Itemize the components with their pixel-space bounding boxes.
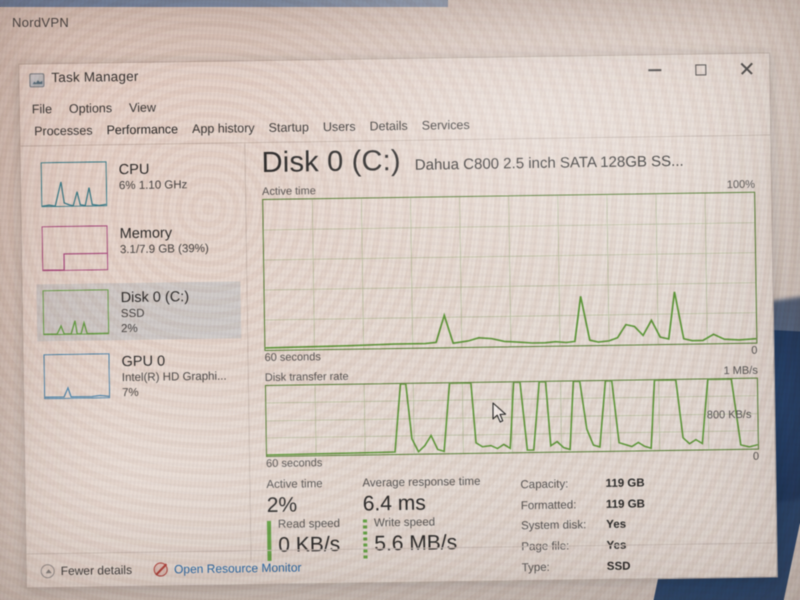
active-time-min-label: 0 (751, 344, 758, 357)
active-time-graph (262, 191, 758, 351)
gpu-text: GPU 0 Intel(R) HD Graphi... 7% (121, 352, 227, 402)
stat-write-speed-caption: Write speed (373, 516, 436, 530)
detail-value-formatted: 119 GB (605, 498, 646, 511)
disk-subtitle-usage: 2% (121, 323, 138, 336)
active-time-time-label: 60 seconds (264, 351, 321, 364)
sidebar-item-cpu[interactable]: CPU 6% 1.10 GHz (35, 153, 240, 213)
transfer-rate-plot (266, 378, 758, 456)
chevron-up-circle-icon (40, 563, 55, 578)
sidebar-item-memory[interactable]: Memory 3.1/7.9 GB (39%) (35, 217, 240, 277)
transfer-rate-mid-label: 800 KB/s (706, 408, 752, 422)
task-manager-icon (29, 73, 45, 88)
cpu-title: CPU (118, 161, 150, 179)
gpu-mini-graph (43, 353, 111, 400)
cpu-text: CPU 6% 1.10 GHz (119, 160, 188, 194)
detail-value-capacity: 119 GB (605, 477, 645, 490)
stat-active-time-caption: Active time (266, 478, 323, 491)
detail-key-capacity: Capacity: (520, 478, 569, 492)
minimize-icon (647, 69, 661, 72)
task-manager-window: Task Manager File Options View Processes… (18, 52, 778, 589)
menu-item-options[interactable]: Options (69, 101, 112, 116)
gpu-subtitle-usage: 7% (121, 387, 139, 400)
mouse-cursor (492, 402, 507, 423)
active-time-label: Active time (261, 185, 316, 199)
maximize-icon (694, 63, 706, 76)
stat-read-speed-caption: Read speed (277, 517, 341, 531)
tab-details[interactable]: Details (369, 119, 407, 136)
tab-users[interactable]: Users (323, 120, 356, 136)
sidebar-item-disk-0[interactable]: Disk 0 (C:) SSD 2% (36, 281, 242, 342)
transfer-rate-max-label: 1 MB/s (723, 364, 758, 378)
maximize-button[interactable] (677, 54, 723, 85)
photo-scene: NordVPN Task Manager File Options View P… (0, 0, 800, 600)
disk-mini-graph (42, 289, 110, 336)
window-title: Task Manager (51, 68, 139, 86)
tab-performance[interactable]: Performance (106, 122, 178, 139)
table-row: Capacity: 119 GB (520, 475, 644, 496)
stat-active-time-value: 2% (266, 493, 298, 517)
tab-startup[interactable]: Startup (268, 120, 309, 137)
close-icon (739, 62, 753, 76)
tab-app-history[interactable]: App history (192, 121, 255, 138)
menu-item-view[interactable]: View (129, 101, 156, 115)
memory-subtitle: 3.1/7.9 GB (39%) (119, 242, 209, 256)
sidebar-item-gpu-0[interactable]: GPU 0 Intel(R) HD Graphi... 7% (37, 345, 242, 405)
active-time-max-label: 100% (726, 178, 756, 192)
close-button[interactable] (723, 53, 769, 84)
fewer-details-button[interactable]: Fewer details (40, 562, 133, 578)
open-resource-monitor-label: Open Resource Monitor (173, 559, 302, 576)
memory-text: Memory 3.1/7.9 GB (39%) (120, 224, 209, 259)
transfer-rate-min-label: 0 (752, 450, 760, 463)
open-resource-monitor-link[interactable]: Open Resource Monitor (153, 559, 302, 577)
memory-title: Memory (119, 225, 173, 243)
disk-text: Disk 0 (C:) SSD 2% (121, 288, 190, 338)
detail-key-formatted: Formatted: (520, 499, 577, 512)
window-controls (631, 53, 769, 85)
tab-processes[interactable]: Processes (34, 124, 93, 141)
disk-header: Disk 0 (C:) Dahua C800 2.5 inch SATA 128… (261, 142, 754, 180)
nordvpn-desktop-icon-label[interactable]: NordVPN (12, 15, 69, 30)
window-body: CPU 6% 1.10 GHz Memory 3.1/7.9 GB (39%) (20, 135, 776, 574)
detail-value-system-disk: Yes (606, 518, 627, 532)
desktop-top-strip (0, 0, 448, 7)
cpu-mini-graph (40, 161, 108, 208)
cpu-subtitle: 6% 1.10 GHz (118, 178, 188, 192)
minimize-button[interactable] (631, 55, 677, 86)
performance-main-pane: Disk 0 (C:) Dahua C800 2.5 inch SATA 128… (245, 135, 776, 574)
stat-avg-response-value: 6.4 ms (362, 491, 426, 516)
disk-title: Disk 0 (C:) (120, 289, 190, 307)
memory-mini-graph (41, 225, 109, 272)
transfer-rate-time-label: 60 seconds (266, 457, 323, 470)
table-row: Formatted: 119 GB (521, 496, 645, 517)
performance-sidebar: CPU 6% 1.10 GHz Memory 3.1/7.9 GB (39%) (20, 143, 252, 564)
active-time-plot (263, 193, 757, 350)
tab-services[interactable]: Services (422, 118, 470, 135)
page-title: Disk 0 (C:) (261, 144, 402, 180)
fewer-details-label: Fewer details (60, 562, 133, 578)
gpu-title: GPU 0 (121, 353, 166, 371)
resource-monitor-shield-icon (153, 561, 169, 577)
detail-key-system-disk: System disk: (520, 519, 587, 533)
transfer-rate-graph: 800 KB/s (264, 377, 759, 457)
menu-item-file[interactable]: File (32, 102, 52, 116)
gpu-subtitle-model: Intel(R) HD Graphi... (121, 370, 227, 384)
disk-subtitle-type: SSD (120, 307, 145, 320)
disk-model-name: Dahua C800 2.5 inch SATA 128GB SS... (414, 152, 684, 174)
table-row: System disk: Yes (521, 517, 645, 538)
transfer-rate-label: Disk transfer rate (264, 370, 349, 384)
